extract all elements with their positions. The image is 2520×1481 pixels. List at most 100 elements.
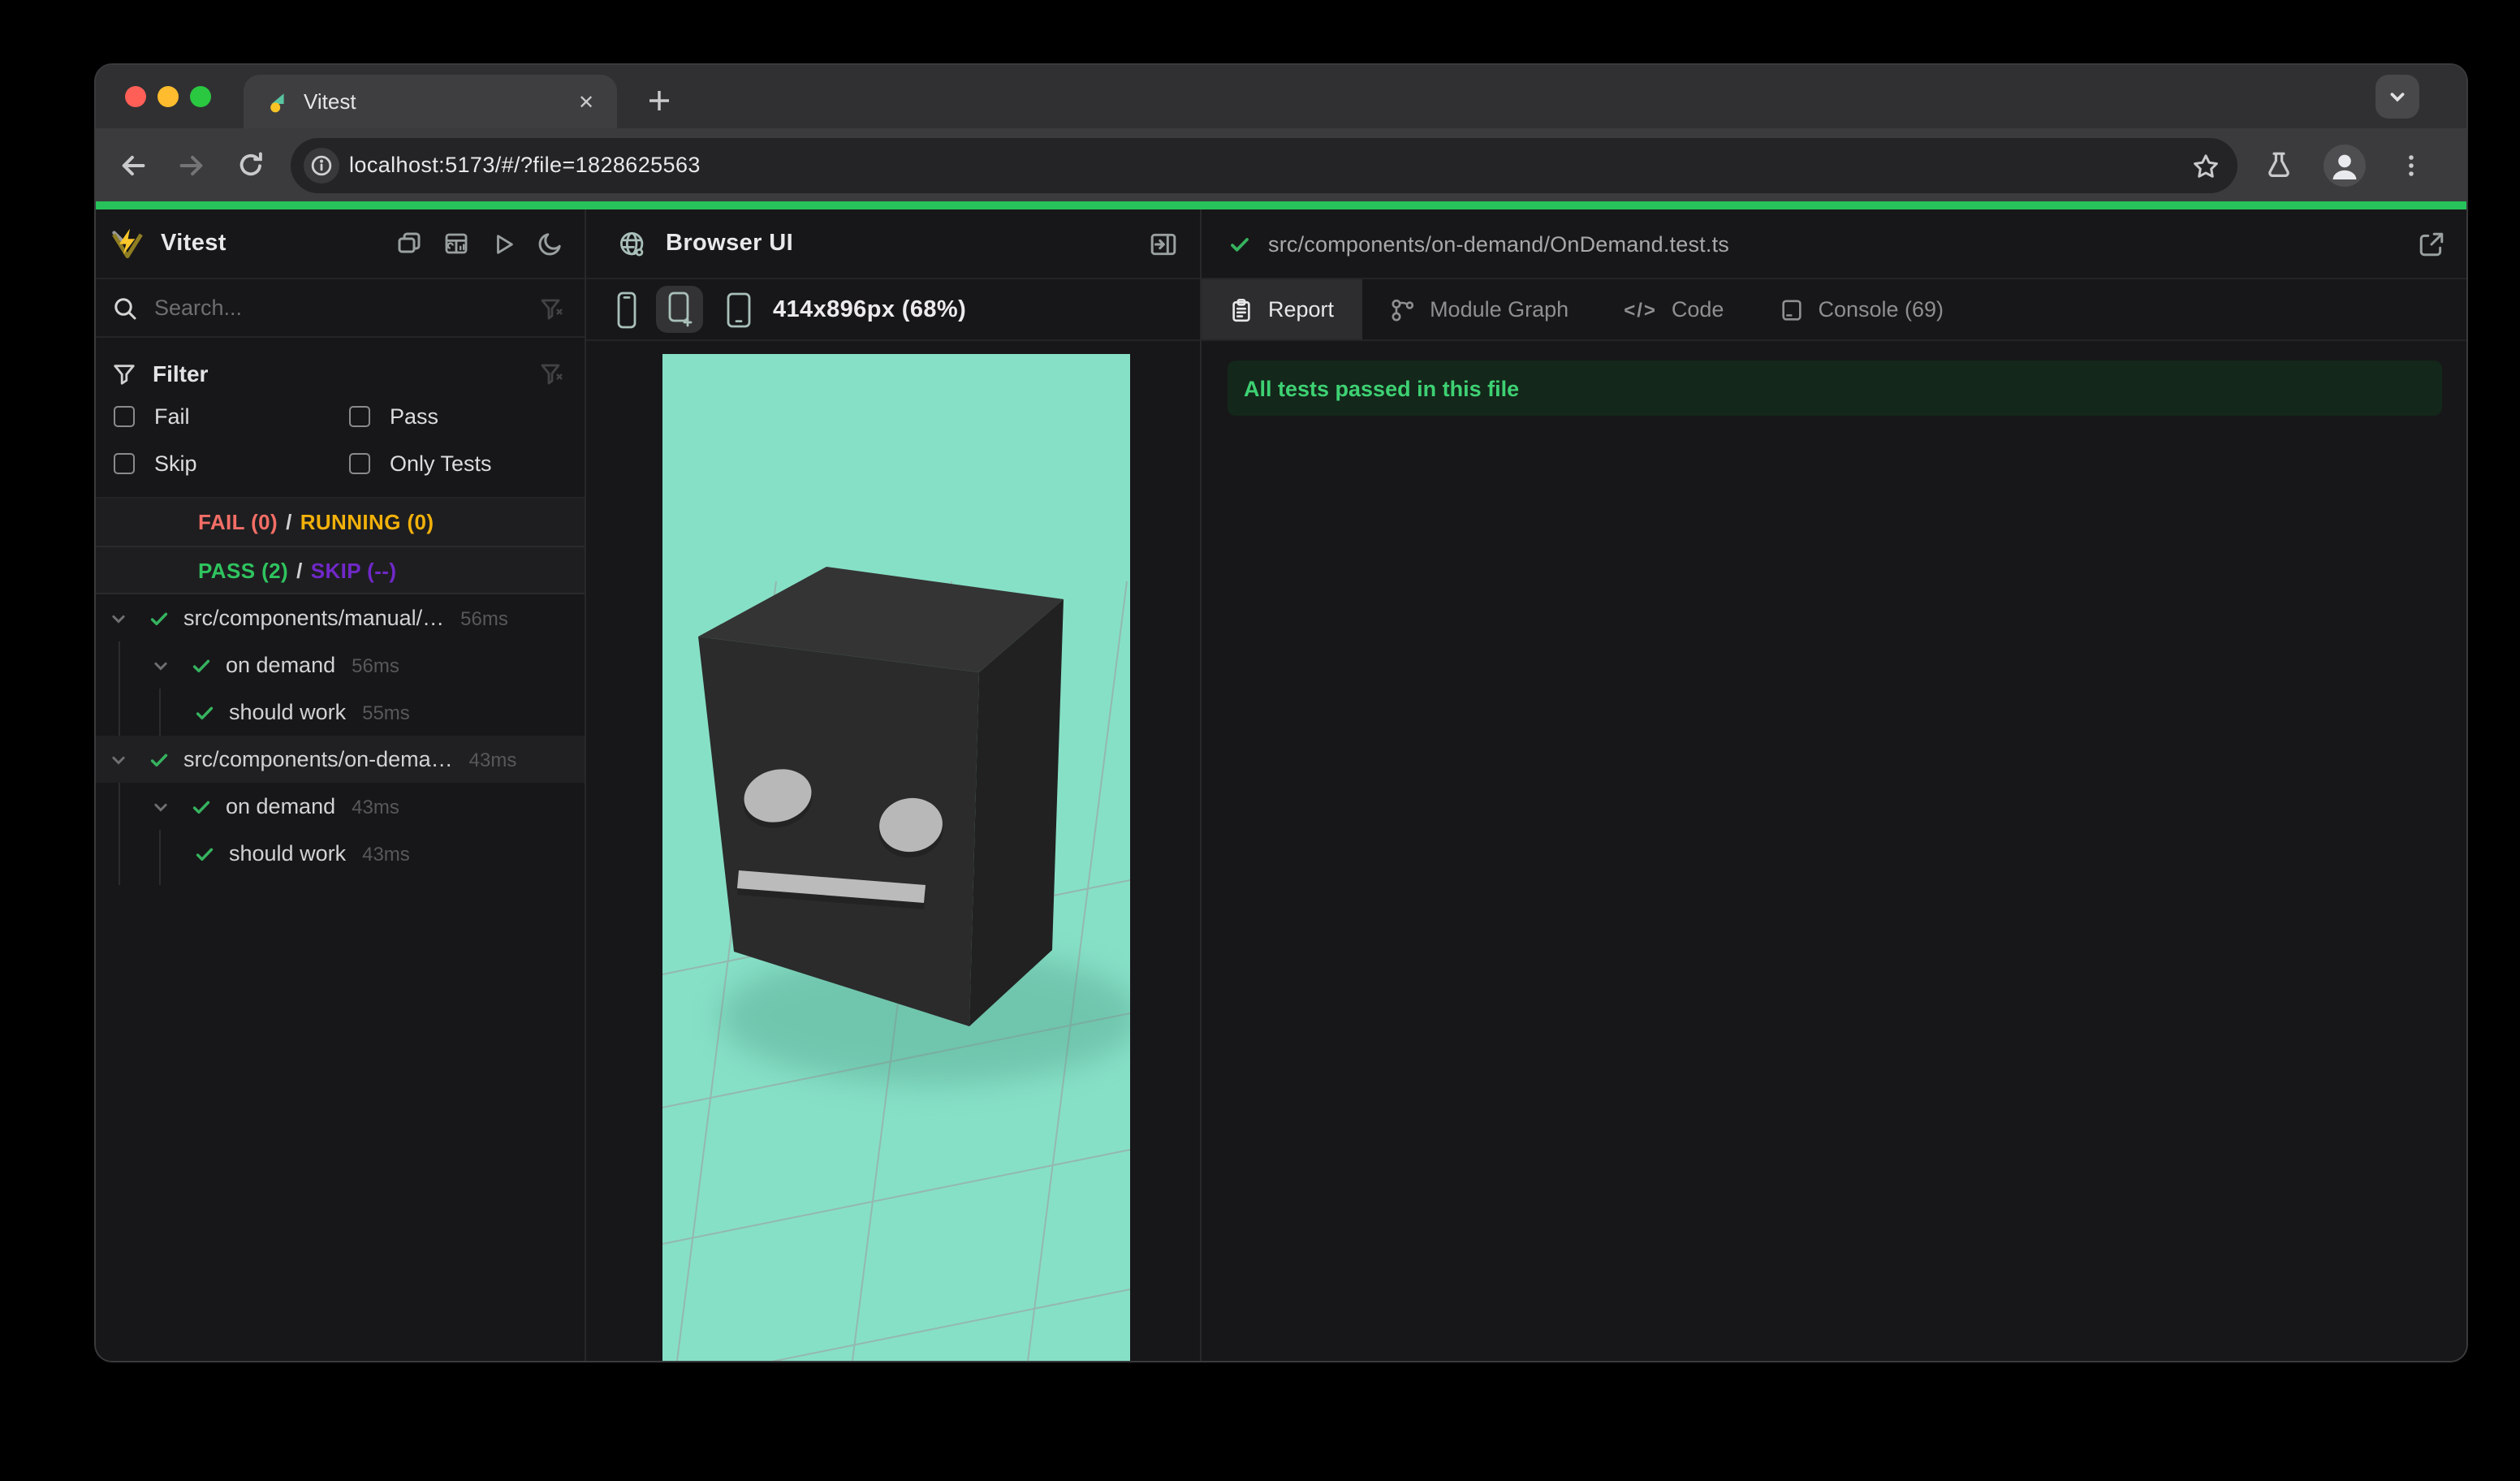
checkbox[interactable]	[349, 406, 370, 427]
collapse-panels-icon[interactable]	[395, 229, 424, 258]
report-tabs: Report Module Graph </> Code Console (69…	[1202, 279, 2466, 341]
filter-funnel-icon	[112, 361, 136, 386]
tab-strip: Vitest ✕	[96, 65, 2466, 128]
zoom-window-button[interactable]	[190, 86, 211, 107]
filter-panel: Filter Fail Pass Skip Only Tests	[96, 338, 585, 499]
test-case-row[interactable]: should work 55ms	[96, 689, 585, 736]
pass-check-icon	[146, 607, 172, 629]
duration-label: 43ms	[468, 748, 517, 771]
chevron-down-icon[interactable]	[148, 654, 174, 676]
filter-checkbox-only-tests[interactable]: Only Tests	[331, 451, 567, 476]
checkbox[interactable]	[349, 453, 370, 474]
filter-checkbox-skip[interactable]: Skip	[96, 451, 331, 476]
new-tab-button[interactable]	[636, 78, 682, 123]
open-external-icon[interactable]	[2416, 229, 2445, 258]
device-toolbar: 414x896px (68%)	[586, 279, 1200, 341]
device-phone-icon[interactable]	[607, 287, 646, 332]
test-file-row[interactable]: src/components/manual/… 56ms	[96, 594, 585, 641]
duration-label: 55ms	[362, 701, 410, 723]
pass-check-icon	[192, 842, 218, 865]
globe-icon	[619, 230, 646, 257]
running-count: RUNNING (0)	[300, 510, 434, 534]
checkbox[interactable]	[114, 406, 135, 427]
duration-label: 56ms	[352, 654, 399, 676]
preview-panel-title: Browser UI	[666, 231, 794, 257]
screen: Vitest ✕ localhost:5173/#/?file=18286255…	[0, 0, 2520, 1481]
tab-module-graph[interactable]: Module Graph	[1361, 279, 1596, 339]
filter-checkbox-fail[interactable]: Fail	[96, 404, 331, 429]
duration-label: 43ms	[362, 842, 410, 865]
browser-window: Vitest ✕ localhost:5173/#/?file=18286255…	[96, 65, 2466, 1361]
app-title: Vitest	[161, 231, 227, 257]
bookmark-star-icon[interactable]	[2192, 152, 2220, 179]
dock-panel-icon[interactable]	[1148, 229, 1177, 258]
site-info-icon[interactable]	[304, 147, 339, 183]
pass-check-icon	[146, 748, 172, 771]
test-file-row-selected[interactable]: src/components/on-dema… 43ms	[96, 736, 585, 783]
vitest-favicon-icon	[266, 90, 289, 113]
filter-checkbox-pass[interactable]: Pass	[331, 404, 567, 429]
tab-close-icon[interactable]: ✕	[572, 87, 601, 116]
search-placeholder[interactable]: Search...	[154, 296, 242, 320]
test-tree: src/components/manual/… 56ms on demand 5…	[96, 594, 585, 885]
minimize-window-button[interactable]	[158, 86, 179, 107]
tab-title: Vitest	[304, 89, 356, 114]
clear-filters-icon[interactable]	[539, 361, 565, 386]
checkbox[interactable]	[114, 453, 135, 474]
test-case-row[interactable]: should work 43ms	[96, 830, 585, 877]
test-summary: FAIL (0) / RUNNING (0) PASS (2) / SKIP (…	[96, 499, 585, 594]
search-bar[interactable]: Search...	[96, 279, 585, 338]
browser-tab-vitest[interactable]: Vitest ✕	[244, 75, 617, 128]
chevron-down-icon[interactable]	[148, 795, 174, 818]
duration-label: 43ms	[352, 795, 399, 818]
test-file-path: src/components/on-demand/OnDemand.test.t…	[1268, 231, 1729, 256]
browser-ui-panel: Browser UI 414x896px (68%)	[586, 209, 1202, 1361]
skip-count: SKIP (--)	[310, 558, 397, 582]
tab-code[interactable]: </> Code	[1596, 279, 1751, 339]
pass-check-icon	[188, 654, 214, 676]
back-button[interactable]	[109, 140, 158, 189]
forward-button[interactable]	[167, 140, 216, 189]
vitest-ui: Vitest Search... Filter Fail Pass Skip O…	[96, 209, 2466, 1361]
dark-mode-moon-icon[interactable]	[536, 229, 565, 258]
test-suite-row[interactable]: on demand 56ms	[96, 641, 585, 689]
url-text[interactable]: localhost:5173/#/?file=1828625563	[349, 153, 701, 177]
pass-count: PASS (2)	[198, 558, 289, 582]
duration-label: 56ms	[460, 607, 508, 629]
device-tablet-icon[interactable]	[719, 287, 758, 332]
close-window-button[interactable]	[125, 86, 146, 107]
all-tests-passed-banner: All tests passed in this file	[1228, 361, 2442, 416]
device-phone-plus-button-selected[interactable]	[656, 286, 703, 333]
clear-search-filter-icon[interactable]	[539, 295, 565, 321]
report-content: All tests passed in this file	[1202, 341, 2466, 1361]
code-icon: </>	[1624, 298, 1657, 321]
robot-cube-scene	[662, 354, 1130, 1361]
filter-title: Filter	[153, 361, 209, 386]
report-panel: src/components/on-demand/OnDemand.test.t…	[1202, 209, 2466, 1361]
browser-toolbar: localhost:5173/#/?file=1828625563	[96, 128, 2466, 201]
test-suite-row[interactable]: on demand 43ms	[96, 783, 585, 830]
chevron-down-icon[interactable]	[106, 748, 132, 771]
browser-preview-iframe[interactable]	[662, 354, 1130, 1361]
file-pass-check-icon	[1228, 231, 1252, 256]
tab-search-button[interactable]	[2375, 75, 2419, 119]
viewport-size-label[interactable]: 414x896px (68%)	[773, 296, 966, 322]
preview-area	[586, 341, 1200, 1361]
window-controls[interactable]	[125, 86, 211, 107]
summary-line-1: FAIL (0) / RUNNING (0)	[198, 510, 434, 534]
tab-console[interactable]: Console (69)	[1751, 279, 1971, 339]
tab-report[interactable]: Report	[1202, 279, 1362, 339]
sidebar: Vitest Search... Filter Fail Pass Skip O…	[96, 209, 586, 1361]
experiments-flask-icon[interactable]	[2263, 150, 2293, 179]
summary-line-2: PASS (2) / SKIP (--)	[96, 546, 585, 593]
run-all-play-icon[interactable]	[489, 229, 518, 258]
chevron-down-icon[interactable]	[106, 607, 132, 629]
search-icon	[112, 295, 138, 321]
address-bar[interactable]: localhost:5173/#/?file=1828625563	[291, 137, 2237, 192]
pass-check-icon	[188, 795, 214, 818]
test-progress-bar	[96, 201, 2466, 209]
reload-button[interactable]	[226, 140, 274, 189]
profile-avatar[interactable]	[2324, 144, 2366, 186]
browser-menu-kebab-icon[interactable]	[2397, 150, 2426, 179]
dashboard-report-icon[interactable]	[442, 229, 471, 258]
